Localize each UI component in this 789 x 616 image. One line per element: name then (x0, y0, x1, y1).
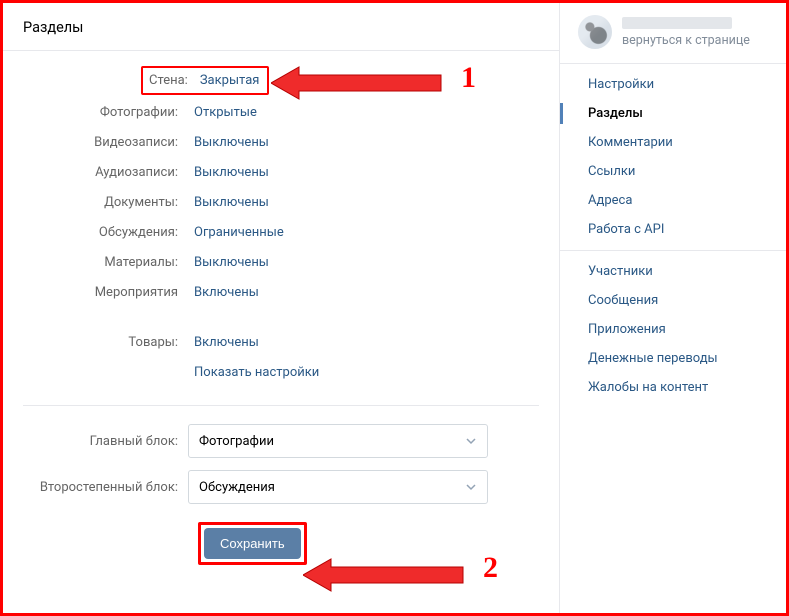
sidebar-item-settings[interactable]: Настройки (560, 70, 786, 99)
section-label: Мероприятия (23, 285, 188, 300)
section-value[interactable]: Ограниченные (188, 222, 290, 243)
show-settings-link[interactable]: Показать настройки (188, 362, 325, 383)
section-value[interactable]: Выключены (188, 252, 275, 273)
section-row-wall: Стена: Закрытая (23, 65, 539, 95)
section-label: Материалы: (23, 255, 188, 270)
section-row: Аудиозаписи: Выключены (23, 157, 539, 187)
highlight-save: Сохранить (198, 522, 307, 565)
sidebar-nav-group-2: Участники Сообщения Приложения Денежные … (560, 251, 786, 408)
section-label: Фотографии: (23, 105, 188, 120)
select-value: Обсуждения (199, 480, 275, 495)
secondary-block-select[interactable]: Обсуждения (188, 470, 488, 504)
profile-back[interactable]: вернуться к странице (560, 3, 786, 64)
sidebar-item-messages[interactable]: Сообщения (560, 286, 786, 315)
main-block-select[interactable]: Фотографии (188, 424, 488, 458)
select-label: Главный блок: (23, 434, 188, 449)
section-value[interactable]: Включены (188, 282, 265, 303)
section-row: Мероприятия Включены (23, 277, 539, 307)
sidebar-nav-group-1: Настройки Разделы Комментарии Ссылки Адр… (560, 64, 786, 251)
page-title: Разделы (3, 3, 559, 51)
section-label: Аудиозаписи: (23, 165, 188, 180)
divider (23, 405, 539, 406)
sidebar-item-api[interactable]: Работа с API (560, 215, 786, 244)
sidebar-item-comments[interactable]: Комментарии (560, 128, 786, 157)
save-button[interactable]: Сохранить (204, 528, 301, 559)
sidebar-item-members[interactable]: Участники (560, 257, 786, 286)
section-value[interactable]: Выключены (188, 132, 275, 153)
section-value[interactable]: Включены (188, 332, 265, 353)
sidebar-item-transfers[interactable]: Денежные переводы (560, 344, 786, 373)
chevron-down-icon (465, 481, 477, 493)
secondary-block-row: Второстепенный блок: Обсуждения (23, 470, 539, 504)
section-row: Материалы: Выключены (23, 247, 539, 277)
profile-name-placeholder (622, 17, 732, 29)
main-panel: Разделы Стена: Закрытая Фотографии: Откр… (3, 3, 559, 613)
select-value: Фотографии (199, 434, 274, 449)
sidebar-item-reports[interactable]: Жалобы на контент (560, 373, 786, 402)
sidebar: вернуться к странице Настройки Разделы К… (559, 3, 786, 613)
sidebar-item-apps[interactable]: Приложения (560, 315, 786, 344)
section-value[interactable]: Выключены (188, 162, 275, 183)
sidebar-item-links[interactable]: Ссылки (560, 157, 786, 186)
section-row: Обсуждения: Ограниченные (23, 217, 539, 247)
section-value[interactable]: Закрытая (194, 70, 266, 91)
avatar (578, 15, 612, 49)
section-label: Обсуждения: (23, 225, 188, 240)
section-value[interactable]: Открытые (188, 102, 263, 123)
section-label: Видеозаписи: (23, 135, 188, 150)
goods-show-settings-row: Показать настройки (23, 357, 539, 387)
section-value[interactable]: Выключены (188, 192, 275, 213)
main-block-row: Главный блок: Фотографии (23, 424, 539, 458)
section-label: Стена: (145, 73, 194, 88)
sections-list: Стена: Закрытая Фотографии: Открытые Вид… (3, 51, 559, 565)
section-row: Видеозаписи: Выключены (23, 127, 539, 157)
section-row: Фотографии: Открытые (23, 97, 539, 127)
section-row: Документы: Выключены (23, 187, 539, 217)
sidebar-item-sections[interactable]: Разделы (560, 99, 786, 128)
highlight-wall: Стена: Закрытая (141, 66, 269, 95)
save-area: Сохранить (198, 516, 539, 565)
back-to-page-link: вернуться к странице (622, 33, 750, 48)
sidebar-item-addresses[interactable]: Адреса (560, 186, 786, 215)
chevron-down-icon (465, 435, 477, 447)
section-label: Документы: (23, 195, 188, 210)
select-label: Второстепенный блок: (23, 480, 188, 495)
goods-row: Товары: Включены (23, 327, 539, 357)
section-label: Товары: (23, 335, 188, 350)
